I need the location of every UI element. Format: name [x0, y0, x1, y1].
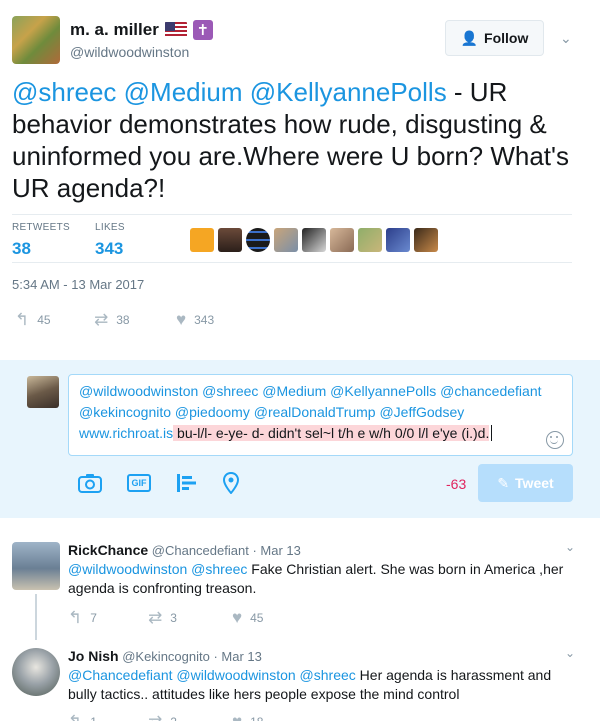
like-action[interactable]: ♥ 45: [232, 608, 263, 628]
reply-tweet[interactable]: RickChance @Chancedefiant · Mar 13 ⌄ @wi…: [0, 530, 600, 640]
liker-avatar[interactable]: [190, 228, 214, 252]
compose-icon: ✎: [497, 474, 510, 491]
reply-author-name[interactable]: RickChance: [68, 542, 148, 558]
reply-date[interactable]: · Mar 13: [252, 543, 300, 558]
retweet-icon: ⇄: [148, 608, 163, 627]
like-action[interactable]: ♥ 343: [176, 310, 214, 330]
reply-mentions[interactable]: @Chancedefiant @wildwoodwinston @shreec: [68, 667, 356, 683]
retweets-count: 38: [12, 239, 31, 258]
retweets-stat[interactable]: RETWEETS 38: [12, 222, 70, 259]
reply-avatar[interactable]: [12, 542, 60, 590]
reply-action[interactable]: ↰ 45: [15, 310, 51, 330]
gif-icon[interactable]: GIF: [127, 474, 151, 492]
author-handle[interactable]: @wildwoodwinston: [70, 44, 189, 60]
chevron-down-icon[interactable]: ⌄: [565, 646, 575, 660]
divider: [12, 214, 572, 215]
reply-header: RickChance @Chancedefiant · Mar 13: [68, 542, 301, 558]
reply-avatar[interactable]: [12, 648, 60, 696]
composer-toolbar: GIF: [78, 472, 239, 494]
thread-line: [35, 594, 37, 640]
tweet-button[interactable]: ✎ Tweet: [478, 464, 573, 502]
composer-mentions: @wildwoodwinston @shreec @Medium @Kellya…: [79, 383, 542, 420]
camera-icon[interactable]: [78, 473, 102, 493]
like-count: 18: [250, 715, 263, 721]
liker-avatar[interactable]: [246, 228, 270, 252]
like-count: 343: [194, 313, 215, 327]
likes-stat[interactable]: LIKES 343: [95, 222, 125, 259]
follow-label: Follow: [484, 30, 529, 46]
chevron-down-icon[interactable]: ⌄: [565, 540, 575, 554]
likes-label: LIKES: [95, 222, 125, 233]
reply-action[interactable]: ↰ 7: [68, 608, 97, 628]
reply-mentions[interactable]: @wildwoodwinston @shreec: [68, 561, 247, 577]
tweet-mentions[interactable]: @shreec @Medium @KellyannePolls: [12, 77, 447, 107]
retweet-count: 2: [170, 715, 177, 721]
tweet-timestamp[interactable]: 5:34 AM - 13 Mar 2017: [12, 277, 144, 292]
retweets-label: RETWEETS: [12, 222, 70, 233]
user-avatar: [27, 376, 59, 408]
like-count: 45: [250, 611, 264, 625]
character-counter: -63: [446, 476, 467, 492]
liker-avatar[interactable]: [330, 228, 354, 252]
author-avatar[interactable]: [12, 16, 60, 64]
emoji-icon[interactable]: [546, 431, 564, 449]
author-name-row: m. a. miller ✝: [70, 20, 213, 40]
reply-input[interactable]: @wildwoodwinston @shreec @Medium @Kellya…: [68, 374, 573, 456]
liker-avatar[interactable]: [386, 228, 410, 252]
liker-avatar[interactable]: [302, 228, 326, 252]
reply-date[interactable]: · Mar 13: [213, 649, 261, 664]
follow-button[interactable]: 👤 Follow: [445, 20, 544, 56]
reply-count: 1: [90, 715, 97, 721]
retweet-action[interactable]: ⇄ 2: [148, 712, 177, 721]
liker-avatar[interactable]: [274, 228, 298, 252]
reply-text: @wildwoodwinston @shreec Fake Christian …: [68, 560, 578, 598]
reply-icon: ↰: [15, 310, 30, 329]
reply-author-handle[interactable]: @Kekincognito: [122, 649, 210, 664]
liker-avatar[interactable]: [218, 228, 242, 252]
reply-icon: ↰: [68, 608, 83, 627]
location-icon[interactable]: [223, 472, 239, 494]
reply-action[interactable]: ↰ 1: [68, 712, 97, 721]
cross-icon: ✝: [192, 20, 213, 40]
add-user-icon: 👤: [460, 29, 479, 46]
divider: [12, 262, 572, 263]
heart-icon: ♥: [232, 608, 243, 627]
chevron-down-icon[interactable]: ⌄: [560, 30, 572, 47]
author-name[interactable]: m. a. miller: [70, 20, 159, 40]
tweet-header: m. a. miller ✝ @wildwoodwinston 👤 Follow…: [12, 12, 588, 64]
reply-author-handle[interactable]: @Chancedefiant: [152, 543, 249, 558]
reply-text: @Chancedefiant @wildwoodwinston @shreec …: [68, 666, 578, 704]
tweet-text: @shreec @Medium @KellyannePolls - UR beh…: [12, 76, 582, 204]
retweet-count: 38: [116, 313, 130, 327]
heart-icon: ♥: [232, 712, 242, 721]
composer-overflow-text: bu-l/l- e-ye- d- didn't sel~l t/h e w/h …: [173, 425, 490, 441]
tweet-button-label: Tweet: [515, 475, 554, 491]
text-cursor: [491, 425, 493, 441]
retweet-count: 3: [170, 611, 177, 625]
us-flag-icon: [164, 22, 187, 38]
liker-avatar[interactable]: [358, 228, 382, 252]
retweet-icon: ⇄: [148, 712, 162, 721]
retweet-action[interactable]: ⇄ 3: [148, 608, 177, 628]
heart-icon: ♥: [176, 310, 187, 329]
reply-composer: @wildwoodwinston @shreec @Medium @Kellya…: [0, 360, 600, 518]
reply-count: 7: [90, 611, 97, 625]
retweet-action[interactable]: ⇄ 38: [94, 310, 130, 330]
likes-count: 343: [95, 239, 124, 258]
reply-header: Jo Nish @Kekincognito · Mar 13: [68, 648, 262, 664]
liker-avatar[interactable]: [414, 228, 438, 252]
reply-icon: ↰: [68, 712, 82, 721]
liker-avatars: [190, 228, 438, 252]
reply-count: 45: [37, 313, 51, 327]
like-action[interactable]: ♥ 18: [232, 712, 263, 721]
reply-tweet[interactable]: Jo Nish @Kekincognito · Mar 13 ⌄ @Chance…: [0, 640, 600, 721]
poll-icon[interactable]: [176, 473, 198, 493]
reply-author-name[interactable]: Jo Nish: [68, 648, 119, 664]
composer-link: www.richroat.is: [79, 425, 174, 441]
retweet-icon: ⇄: [94, 310, 109, 329]
